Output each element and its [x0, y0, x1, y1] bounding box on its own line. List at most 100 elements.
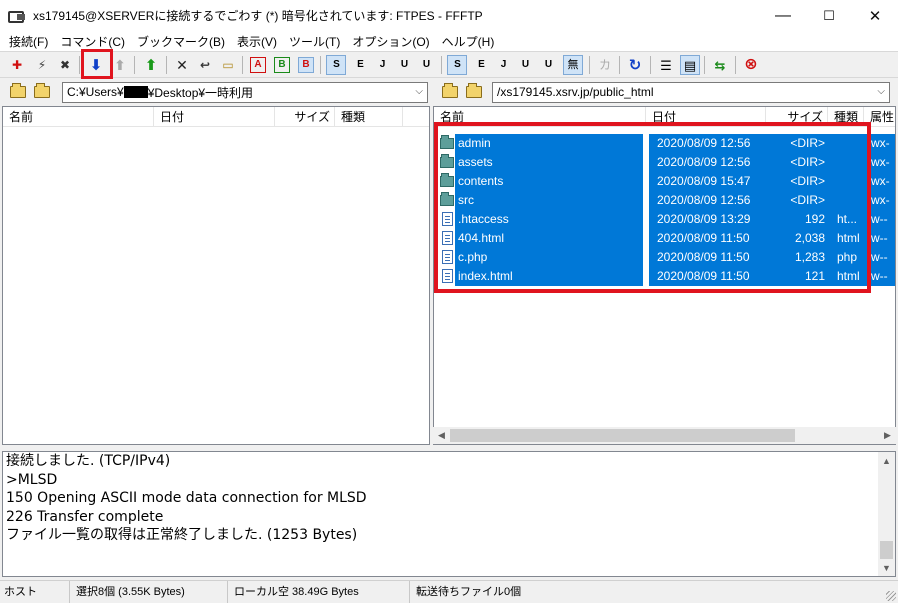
log-panel[interactable]: 接続しました. (TCP/IPv4) >MLSD 150 Opening ASC… — [2, 451, 896, 577]
remote-utf8bom-icon[interactable]: U — [538, 55, 558, 75]
file-type — [831, 153, 863, 172]
toolbar: ✚ ⚡ ✖ ⬇ ⬆ ⬆ ✕ ↩ ▭ A B B S E J U U S E J … — [0, 51, 898, 78]
remote-col-size[interactable]: サイズ — [766, 107, 828, 127]
file-attr: rw-- — [863, 229, 895, 248]
scroll-right-icon[interactable]: ▶ — [879, 427, 896, 444]
upload-icon[interactable]: ⬆ — [110, 55, 130, 75]
menu-connect[interactable]: 接続(F) — [3, 33, 54, 50]
list-view-icon[interactable]: ☰ — [656, 55, 676, 75]
kana-icon[interactable]: カ — [595, 55, 615, 75]
table-row[interactable]: index.html 2020/08/09 11:50 121 html rw-- — [437, 267, 895, 286]
file-attr: rw-- — [863, 248, 895, 267]
mode-auto-icon[interactable]: B — [298, 57, 314, 73]
local-path-combo[interactable]: C:¥Users¥ ¥Desktop¥一時利用 ⌵ — [62, 81, 428, 103]
remote-horizontal-scrollbar[interactable]: ◀ ▶ — [433, 427, 896, 444]
file-date: 2020/08/09 11:50 — [649, 267, 767, 286]
local-euc-icon[interactable]: E — [350, 55, 370, 75]
file-icon — [442, 250, 453, 264]
table-row[interactable]: .htaccess 2020/08/09 13:29 192 ht... rw-- — [437, 210, 895, 229]
scroll-up-icon[interactable]: ▲ — [878, 452, 895, 469]
minimize-button[interactable]: — — [760, 0, 806, 31]
file-date: 2020/08/09 15:47 — [649, 172, 767, 191]
chevron-down-icon[interactable]: ⌵ — [877, 86, 885, 97]
menu-view[interactable]: 表示(V) — [231, 33, 283, 50]
remote-col-date[interactable]: 日付 — [646, 107, 766, 127]
quick-connect-icon[interactable]: ⚡ — [32, 55, 52, 75]
remote-sjis-icon[interactable]: S — [447, 55, 467, 75]
scroll-down-icon[interactable]: ▼ — [878, 559, 895, 576]
toolbar-separator — [441, 56, 442, 74]
file-size: <DIR> — [767, 153, 831, 172]
local-col-type[interactable]: 種類 — [335, 107, 403, 127]
file-size: 192 — [767, 210, 831, 229]
log-line: >MLSD — [6, 471, 58, 488]
rename-icon[interactable]: ↩ — [195, 55, 215, 75]
log-vertical-scrollbar[interactable]: ▲ ▼ — [878, 452, 895, 576]
status-local-free: ローカル空 38.49G Bytes — [230, 581, 410, 603]
mode-ascii-icon[interactable]: A — [250, 57, 266, 73]
mkdir-icon[interactable]: ▭ — [218, 55, 238, 75]
mirror-upload-icon[interactable]: ⬆ — [141, 55, 161, 75]
close-button[interactable]: ✕ — [852, 0, 898, 31]
toolbar-separator — [589, 56, 590, 74]
remote-utf8-icon[interactable]: U — [515, 55, 535, 75]
menu-bookmark[interactable]: ブックマーク(B) — [131, 33, 231, 50]
menu-options[interactable]: オプション(O) — [346, 33, 435, 50]
delete-icon[interactable]: ✕ — [172, 55, 192, 75]
menu-command[interactable]: コマンド(C) — [54, 33, 131, 50]
local-utf8bom-icon[interactable]: U — [416, 55, 436, 75]
scroll-thumb[interactable] — [450, 429, 795, 442]
table-row[interactable]: admin 2020/08/09 12:56 <DIR> rwx- — [437, 134, 895, 153]
no-convert-icon[interactable]: 無 — [563, 55, 583, 75]
connect-icon[interactable]: ✚ — [7, 55, 27, 75]
table-row[interactable]: assets 2020/08/09 12:56 <DIR> rwx- — [437, 153, 895, 172]
remote-up-folder-icon[interactable] — [440, 82, 460, 102]
table-row[interactable]: c.php 2020/08/09 11:50 1,283 php rw-- — [437, 248, 895, 267]
local-file-list[interactable]: 名前 日付 サイズ 種類 — [2, 106, 430, 445]
remote-open-folder-icon[interactable] — [464, 82, 484, 102]
maximize-button[interactable]: ☐ — [806, 0, 852, 31]
remote-file-list[interactable]: 名前 日付 サイズ 種類 属性 admin 2020/08/09 12:56 <DI… — [433, 106, 896, 445]
remote-jis-icon[interactable]: J — [493, 55, 513, 75]
app-icon — [7, 8, 27, 24]
table-row[interactable]: 404.html 2020/08/09 11:50 2,038 html rw-- — [437, 229, 895, 248]
log-line: 150 Opening ASCII mode data connection f… — [6, 490, 367, 506]
scroll-thumb[interactable] — [880, 541, 893, 559]
refresh-icon[interactable]: ↻ — [625, 55, 645, 75]
remote-col-type[interactable]: 種類 — [828, 107, 864, 127]
mode-binary-icon[interactable]: B — [274, 57, 290, 73]
local-open-folder-icon[interactable] — [32, 82, 52, 102]
local-col-size[interactable]: サイズ — [275, 107, 335, 127]
file-type: php — [831, 248, 863, 267]
local-col-name[interactable]: 名前 — [3, 107, 154, 127]
remote-path-combo[interactable]: /xs179145.xsrv.jp/public_html ⌵ — [492, 81, 890, 103]
local-jis-icon[interactable]: J — [372, 55, 392, 75]
local-col-date[interactable]: 日付 — [154, 107, 275, 127]
file-attr: rwx- — [863, 172, 895, 191]
stop-icon[interactable]: ⊗ — [741, 55, 761, 75]
remote-col-name[interactable]: 名前 — [434, 107, 646, 127]
scroll-left-icon[interactable]: ◀ — [433, 427, 450, 444]
file-date: 2020/08/09 11:50 — [649, 248, 767, 267]
redacted-username — [123, 86, 148, 98]
detail-view-icon[interactable]: ▤ — [680, 55, 700, 75]
menu-tools[interactable]: ツール(T) — [283, 33, 346, 50]
download-icon[interactable]: ⬇ — [86, 55, 106, 75]
file-size: 121 — [767, 267, 831, 286]
local-sjis-icon[interactable]: S — [326, 55, 346, 75]
resize-grip[interactable] — [886, 591, 896, 601]
folder-icon — [440, 173, 454, 187]
remote-col-attr[interactable]: 属性 — [864, 107, 895, 127]
local-up-folder-icon[interactable] — [8, 82, 28, 102]
table-row[interactable]: contents 2020/08/09 15:47 <DIR> rwx- — [437, 172, 895, 191]
chevron-down-icon[interactable]: ⌵ — [415, 86, 423, 97]
table-row[interactable]: src 2020/08/09 12:56 <DIR> rwx- — [437, 191, 895, 210]
remote-euc-icon[interactable]: E — [471, 55, 491, 75]
file-type — [831, 134, 863, 153]
toolbar-separator — [704, 56, 705, 74]
disconnect-icon[interactable]: ✖ — [55, 55, 75, 75]
local-utf8-icon[interactable]: U — [394, 55, 414, 75]
sync-icon[interactable]: ⇆ — [710, 55, 730, 75]
toolbar-separator — [650, 56, 651, 74]
menu-help[interactable]: ヘルプ(H) — [436, 33, 501, 50]
